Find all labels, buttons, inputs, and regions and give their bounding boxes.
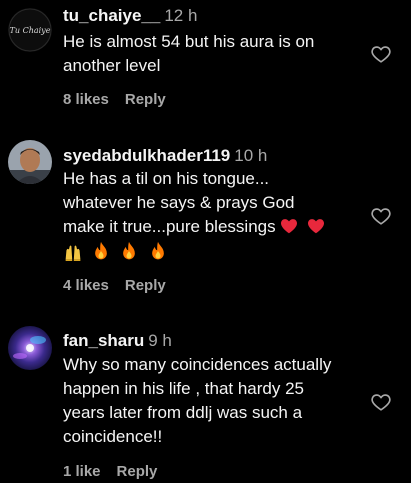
username[interactable]: syedabdulkhader119 [63,146,230,165]
reply-button[interactable]: Reply [117,463,158,480]
avatar[interactable] [8,326,52,370]
timestamp: 12 h [164,6,198,25]
comment-actions: 4 likes Reply [63,277,166,294]
comment-line: happen in his life , that hardy 25 [63,379,304,398]
fire-icon [152,241,165,260]
comment-header: syedabdulkhader119 10 h [63,145,267,167]
username[interactable]: fan_sharu [63,331,144,350]
red-heart-icon [308,219,325,234]
comment-line: years later from ddlj was such a [63,403,303,422]
comment-line: make it true...pure blessings [63,217,276,236]
fire-icon [94,241,107,260]
reply-button[interactable]: Reply [125,91,166,108]
comment-header: tu_chaiye__ 12 h [63,5,197,27]
comment-line: another level [63,56,161,75]
fire-icon [123,241,136,260]
likes-count[interactable]: 1 like [63,463,101,480]
heart-outline-icon[interactable] [370,391,392,413]
heart-outline-icon[interactable] [370,43,392,65]
likes-count[interactable]: 4 likes [63,277,109,294]
comment-header: fan_sharu 9 h [63,330,172,352]
likes-count[interactable]: 8 likes [63,91,109,108]
user-photo-avatar [8,140,52,184]
galaxy-avatar [8,326,52,370]
emoji-row [63,241,373,263]
comment-line: coincidence!! [63,427,163,446]
comment-text: He has a til on his tongue... whatever h… [63,167,373,263]
comment-line-with-emoji: make it true...pure blessings [63,215,373,239]
red-heart-icon [281,219,298,234]
comment-line: He is almost 54 but his aura is on [63,32,315,51]
timestamp: 9 h [148,331,172,350]
raised-hands-icon [65,245,81,261]
avatar[interactable] [8,140,52,184]
comment-text: Why so many coincidences actually happen… [63,353,363,449]
avatar[interactable]: Tu Chaiye [8,8,52,52]
comment-actions: 8 likes Reply [63,91,166,108]
avatar-logo-text: Tu Chaiye [9,25,51,35]
comment-line: He has a til on his tongue... [63,169,270,188]
comment-line: Why so many coincidences actually [63,355,332,374]
heart-outline-icon[interactable] [370,205,392,227]
reply-button[interactable]: Reply [125,277,166,294]
comment-text: He is almost 54 but his aura is on anoth… [63,30,363,78]
comment-actions: 1 like Reply [63,463,157,480]
comment-line: whatever he says & prays God [63,193,295,212]
username[interactable]: tu_chaiye__ [63,6,160,25]
timestamp: 10 h [234,146,268,165]
